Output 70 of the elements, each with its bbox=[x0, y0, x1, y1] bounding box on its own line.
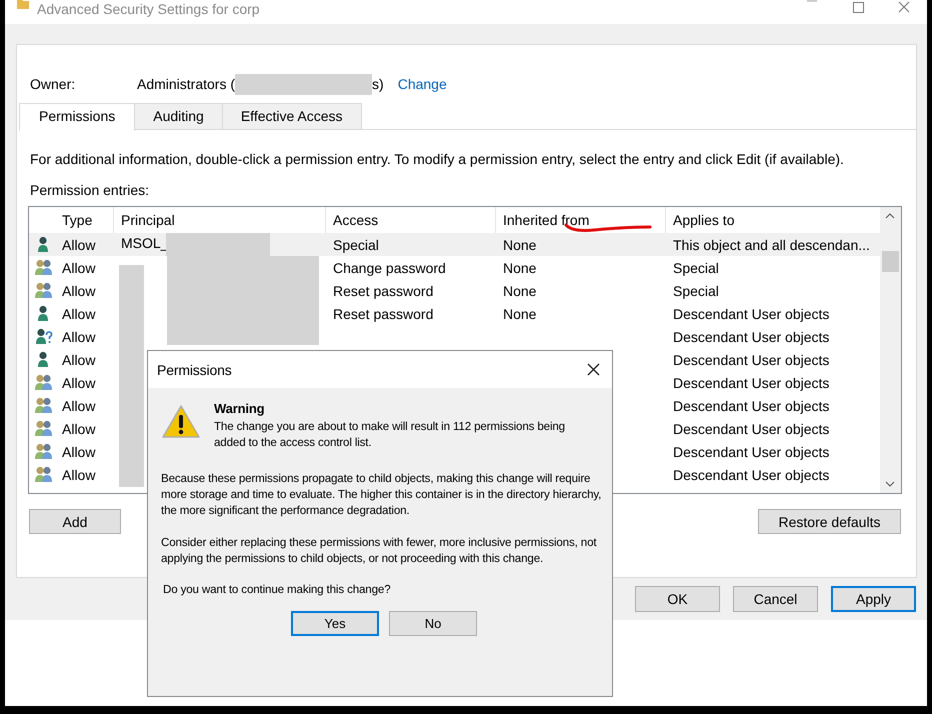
inherited-cell: None bbox=[503, 260, 536, 276]
entries-label: Permission entries: bbox=[30, 182, 150, 198]
tab[interactable]: Permissions bbox=[19, 103, 136, 131]
group-icon bbox=[35, 443, 53, 460]
add-button[interactable]: Add bbox=[29, 509, 121, 534]
tab[interactable]: Effective Access bbox=[222, 103, 362, 130]
applies-to-cell: Descendant User objects bbox=[673, 444, 830, 460]
change-link[interactable]: Change bbox=[398, 76, 447, 92]
dialog-paragraph: Consider either replacing these permissions with fewer, more inclusive permissions, not applying the permissions to child objects, or not proceeding with this change. bbox=[161, 535, 598, 567]
dialog-title: Permissions bbox=[157, 362, 232, 378]
applies-to-cell: Descendant User objects bbox=[673, 374, 830, 390]
unknown-user-icon bbox=[35, 328, 53, 345]
inherited-cell: None bbox=[503, 236, 536, 252]
group-icon bbox=[35, 397, 53, 414]
inherited-cell: None bbox=[503, 282, 536, 298]
applies-to-cell: Descendant User objects bbox=[673, 352, 830, 368]
scroll-up-icon[interactable] bbox=[885, 213, 895, 219]
applies-to-cell: Descendant User objects bbox=[673, 306, 830, 322]
applies-to-cell: Descendant User objects bbox=[673, 466, 830, 482]
applies-to-cell: Descendant User objects bbox=[673, 398, 830, 414]
cancel-button[interactable]: Cancel bbox=[733, 586, 818, 612]
group-icon bbox=[35, 466, 53, 483]
yes-button[interactable]: Yes bbox=[291, 611, 379, 636]
type-cell: Allow bbox=[62, 420, 96, 436]
access-cell: Special bbox=[333, 236, 379, 252]
applies-to-cell: Descendant User objects bbox=[673, 328, 830, 344]
no-button[interactable]: No bbox=[389, 611, 477, 636]
inherited-cell: None bbox=[503, 306, 536, 322]
tab[interactable]: Auditing bbox=[134, 103, 223, 130]
group-icon bbox=[35, 282, 53, 299]
warning-heading: Warning bbox=[214, 401, 266, 416]
type-cell: Allow bbox=[62, 282, 96, 298]
type-cell: Allow bbox=[62, 260, 96, 276]
type-cell: Allow bbox=[62, 466, 96, 482]
close-icon[interactable] bbox=[587, 363, 600, 376]
type-cell: Allow bbox=[62, 444, 96, 460]
scroll-down-icon[interactable] bbox=[885, 481, 895, 487]
principal-cell: MSOL_ bbox=[121, 235, 168, 252]
group-icon bbox=[35, 374, 53, 391]
folder-icon bbox=[17, 0, 29, 9]
dialog-question: Do you want to continue making this change? bbox=[163, 583, 392, 596]
window-title: Advanced Security Settings for corp bbox=[37, 1, 260, 17]
applies-to-cell: Special bbox=[673, 260, 719, 276]
instructions-text: For additional information, double-click a permission entry. To modify a permission entry, select the entry and click Edit (if available). bbox=[30, 151, 845, 167]
applies-to-cell: This object and all descendan... bbox=[673, 236, 870, 252]
warning-icon bbox=[161, 404, 201, 440]
applies-to-cell: Descendant User objects bbox=[673, 420, 830, 436]
apply-button[interactable]: Apply bbox=[831, 586, 916, 612]
type-cell: Allow bbox=[62, 352, 96, 368]
warning-message: The change you are about to make will result in 112 permissions being added to the access control list. bbox=[214, 419, 566, 451]
access-cell: Reset password bbox=[333, 282, 434, 298]
dialog-paragraph: Because these permissions propagate to child objects, making this change will require more storage and time to evaluate. The higher this container is in the directory hierarchy, the more significant the performance degradation. bbox=[161, 471, 602, 519]
type-cell: Allow bbox=[62, 328, 96, 344]
type-cell: Allow bbox=[62, 374, 96, 390]
ok-button[interactable]: OK bbox=[635, 586, 720, 612]
applies-to-cell: Special bbox=[673, 282, 719, 298]
owner-label: Owner: bbox=[30, 76, 76, 92]
owner-name: s) bbox=[372, 76, 384, 92]
access-cell: Change password bbox=[333, 260, 446, 276]
scrollbar[interactable] bbox=[880, 207, 901, 493]
type-cell: Allow bbox=[62, 398, 96, 414]
type-cell: Allow bbox=[62, 306, 96, 322]
access-cell: Reset password bbox=[333, 306, 434, 322]
group-icon bbox=[35, 420, 53, 437]
selected-row-highlight[interactable]: Allow MSOL_ Special None This object and all descendan... bbox=[29, 233, 880, 256]
owner-name: Administrators ( bbox=[137, 76, 236, 92]
restore-defaults-button[interactable]: Restore defaults bbox=[758, 509, 901, 534]
scroll-thumb[interactable] bbox=[882, 251, 899, 272]
group-icon bbox=[35, 259, 53, 276]
type-cell: Allow bbox=[62, 236, 96, 252]
